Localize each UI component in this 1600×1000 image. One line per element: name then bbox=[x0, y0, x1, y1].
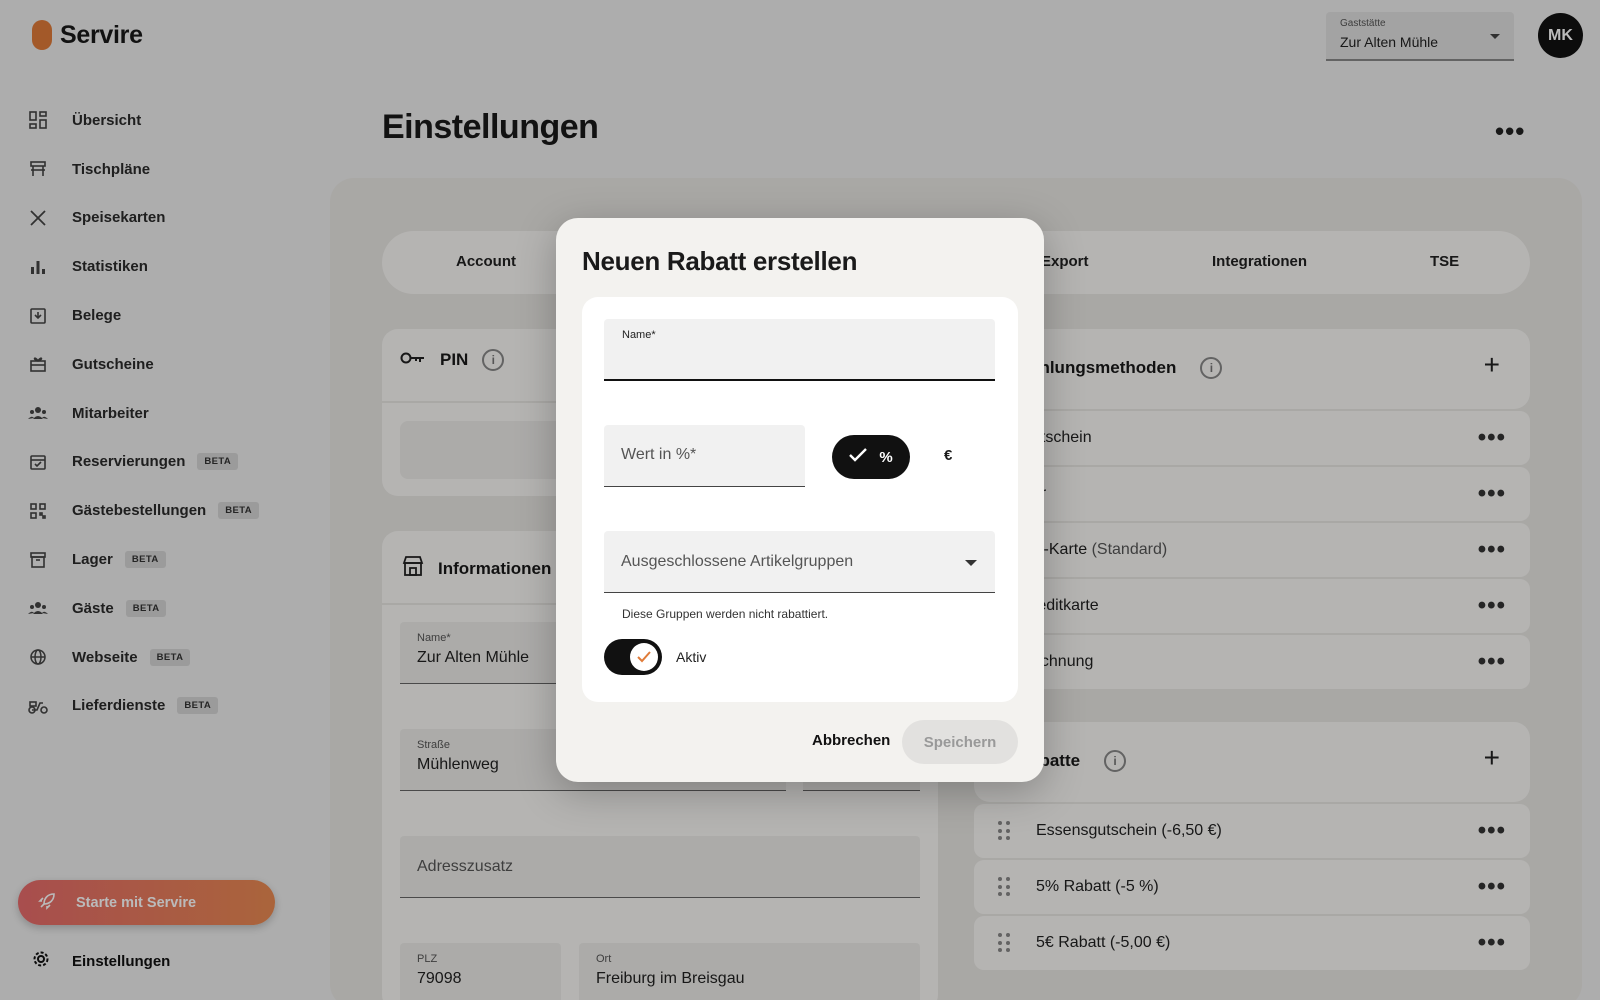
active-toggle[interactable] bbox=[604, 639, 662, 675]
discount-value-input[interactable]: Wert in %* bbox=[604, 425, 805, 487]
check-icon bbox=[849, 448, 868, 466]
toggle-knob bbox=[630, 643, 658, 671]
dialog-title: Neuen Rabatt erstellen bbox=[582, 246, 858, 276]
euro-toggle-button[interactable]: € bbox=[944, 447, 952, 464]
field-caption: Name* bbox=[622, 329, 656, 341]
chevron-down-icon bbox=[965, 560, 977, 566]
percent-label: % bbox=[879, 448, 893, 466]
select-placeholder: Ausgeschlossene Artikelgruppen bbox=[621, 553, 854, 570]
discount-name-input[interactable]: Name* bbox=[604, 319, 995, 381]
cancel-button[interactable]: Abbrechen bbox=[812, 732, 890, 749]
excluded-groups-hint: Diese Gruppen werden nicht rabattiert. bbox=[622, 607, 829, 621]
active-label: Aktiv bbox=[676, 649, 707, 665]
excluded-groups-select[interactable]: Ausgeschlossene Artikelgruppen bbox=[604, 531, 995, 593]
dialog-form: Name* Wert in %* % € Ausgeschlossene Art… bbox=[582, 297, 1018, 702]
create-discount-dialog: Neuen Rabatt erstellen Name* Wert in %* … bbox=[556, 218, 1044, 782]
save-button[interactable]: Speichern bbox=[902, 720, 1018, 764]
percent-toggle-button[interactable]: % bbox=[832, 435, 910, 479]
